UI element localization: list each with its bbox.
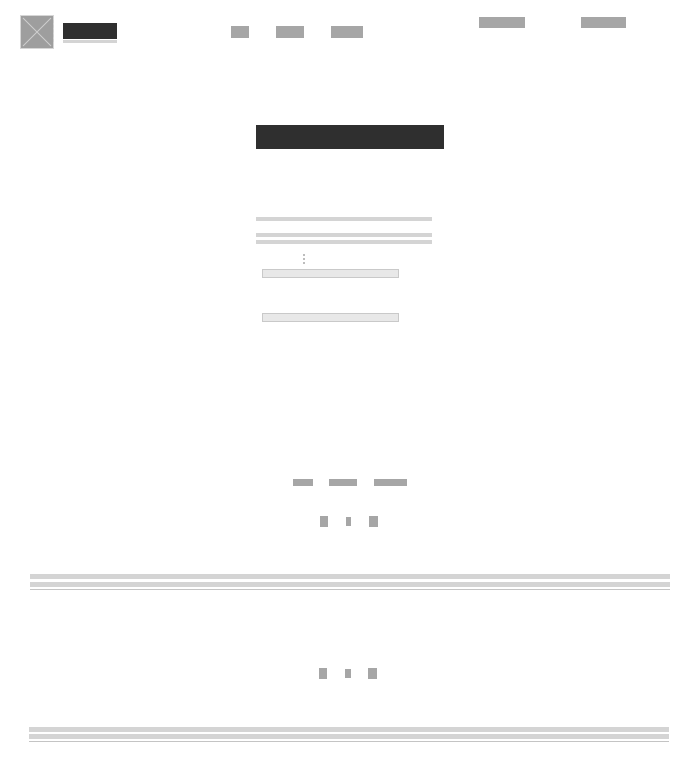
link-2[interactable] (329, 479, 357, 486)
section-divider-1c (30, 589, 670, 590)
header-action-1[interactable] (479, 17, 525, 28)
form-rule-2 (256, 233, 432, 237)
brand-name[interactable] (63, 23, 117, 39)
page-title (256, 125, 444, 149)
form-rule-3 (256, 240, 432, 244)
pager-1-item-1[interactable] (320, 516, 328, 527)
link-1[interactable] (293, 479, 313, 486)
pager-2-item-3[interactable] (368, 668, 377, 679)
section-divider-1b (30, 582, 670, 587)
nav-item-3[interactable] (331, 26, 363, 38)
section-divider-1a (30, 574, 670, 579)
header-action-2[interactable] (581, 17, 626, 28)
required-marker (303, 254, 307, 264)
section-divider-2c (29, 741, 669, 742)
logo[interactable] (20, 15, 54, 49)
pager-1-item-2[interactable] (346, 517, 351, 526)
nav-item-1[interactable] (231, 26, 249, 38)
section-divider-2b (29, 734, 669, 739)
brand-underline (63, 40, 117, 43)
logo-divider (53, 20, 55, 42)
broken-image-icon (22, 17, 52, 47)
form-rule-1 (256, 217, 432, 221)
pager-2-item-1[interactable] (319, 668, 327, 679)
text-field-1[interactable] (262, 269, 399, 278)
link-3[interactable] (374, 479, 407, 486)
pager-2-item-2[interactable] (345, 669, 351, 678)
pager-1-item-3[interactable] (369, 516, 378, 527)
page: { "header": { "logo_icon": "broken-image… (0, 0, 696, 780)
nav-item-2[interactable] (276, 26, 304, 38)
text-field-2[interactable] (262, 313, 399, 322)
section-divider-2a (29, 727, 669, 732)
